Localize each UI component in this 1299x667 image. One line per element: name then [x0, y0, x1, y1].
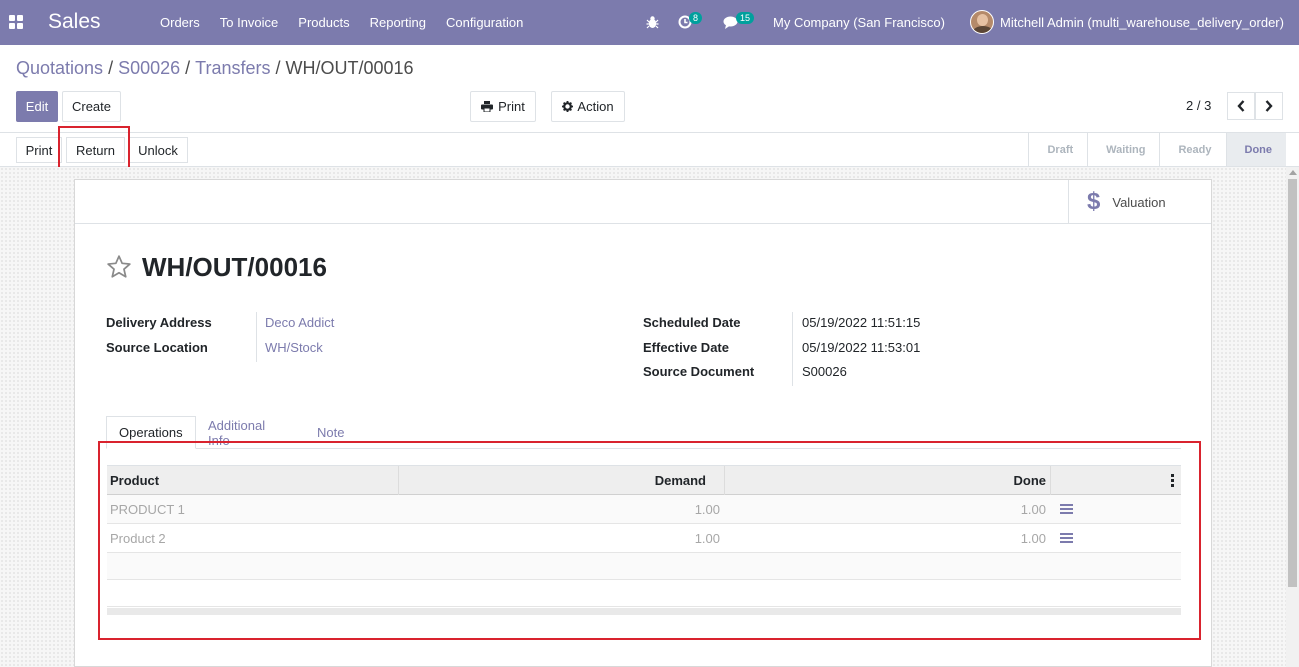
left-field-divider: [256, 312, 257, 362]
return-highlight-box: [58, 126, 130, 170]
valuation-smart-button[interactable]: $ Valuation: [1068, 180, 1211, 224]
app-name[interactable]: Sales: [48, 10, 101, 34]
top-navbar: Sales Orders To Invoice Products Reporti…: [0, 0, 1299, 45]
stage-draft: Draft: [1028, 133, 1087, 166]
message-count-badge: 15: [736, 12, 755, 24]
action-dropdown-label: Action: [577, 99, 614, 114]
printer-icon: [481, 101, 494, 112]
favorite-star-icon[interactable]: [106, 254, 132, 280]
print-dropdown-button[interactable]: Print: [470, 91, 536, 122]
chevron-right-icon: [1265, 100, 1273, 112]
company-switcher[interactable]: My Company (San Francisco): [773, 0, 945, 45]
debug-bug-icon[interactable]: [646, 15, 659, 29]
breadcrumb: Quotations / S00026/Transfers / WH/OUT/00016: [16, 58, 414, 78]
print-button[interactable]: Print: [16, 137, 62, 163]
vertical-scrollbar[interactable]: [1286, 167, 1299, 667]
source-location-value[interactable]: WH/Stock: [265, 340, 323, 355]
scheduled-date-value: 05/19/2022 11:51:15: [802, 315, 921, 330]
breadcrumb-sale-order[interactable]: S00026: [118, 58, 180, 78]
effective-date-label: Effective Date: [643, 340, 729, 355]
right-field-divider: [792, 312, 793, 386]
form-statusbar: Print Return Unlock Draft Waiting Ready …: [0, 132, 1299, 167]
scheduled-date-label: Scheduled Date: [643, 315, 741, 330]
source-document-label: Source Document: [643, 364, 755, 379]
effective-date-value: 05/19/2022 11:53:01: [802, 340, 921, 355]
scroll-up-arrow-icon[interactable]: [1289, 170, 1297, 175]
valuation-label: Valuation: [1112, 194, 1166, 210]
menu-item-to-invoice[interactable]: To Invoice: [210, 15, 289, 30]
unlock-button[interactable]: Unlock: [128, 137, 188, 163]
dollar-icon: $: [1087, 188, 1101, 215]
breadcrumb-transfers[interactable]: Transfers: [195, 58, 270, 78]
breadcrumb-quotations[interactable]: Quotations: [16, 58, 103, 78]
menu-item-products[interactable]: Products: [288, 15, 359, 30]
activity-count-badge: 8: [689, 12, 703, 24]
operations-highlight-box: [98, 441, 1201, 640]
menu-item-configuration[interactable]: Configuration: [436, 15, 533, 30]
pager-value[interactable]: 2 / 3: [1186, 98, 1211, 113]
main-menu: Orders To Invoice Products Reporting Con…: [150, 0, 533, 45]
source-document-value: S00026: [802, 364, 847, 379]
breadcrumb-current-record: WH/OUT/00016: [285, 58, 414, 78]
pager-previous-button[interactable]: [1227, 92, 1255, 120]
stage-ready: Ready: [1159, 133, 1225, 166]
scrollbar-thumb[interactable]: [1288, 179, 1297, 587]
action-dropdown-button[interactable]: Action: [551, 91, 625, 122]
stage-waiting: Waiting: [1087, 133, 1159, 166]
source-location-label: Source Location: [106, 340, 208, 355]
smart-button-box: $ Valuation: [75, 180, 1211, 224]
apps-menu-icon[interactable]: [9, 15, 23, 29]
pager-next-button[interactable]: [1255, 92, 1283, 120]
delivery-address-label: Delivery Address: [106, 315, 212, 330]
menu-item-orders[interactable]: Orders: [150, 15, 210, 30]
chevron-left-icon: [1237, 100, 1245, 112]
print-dropdown-label: Print: [498, 99, 525, 114]
delivery-address-value[interactable]: Deco Addict: [265, 315, 334, 330]
user-avatar[interactable]: [970, 10, 994, 34]
edit-button[interactable]: Edit: [16, 91, 58, 122]
stage-done: Done: [1225, 133, 1286, 166]
gear-icon: [562, 101, 574, 112]
stage-pipeline: Draft Waiting Ready Done: [1028, 133, 1286, 166]
user-menu[interactable]: Mitchell Admin (multi_warehouse_delivery…: [1000, 0, 1284, 45]
record-title: WH/OUT/00016: [142, 252, 327, 282]
create-button[interactable]: Create: [62, 91, 121, 122]
menu-item-reporting[interactable]: Reporting: [360, 15, 436, 30]
